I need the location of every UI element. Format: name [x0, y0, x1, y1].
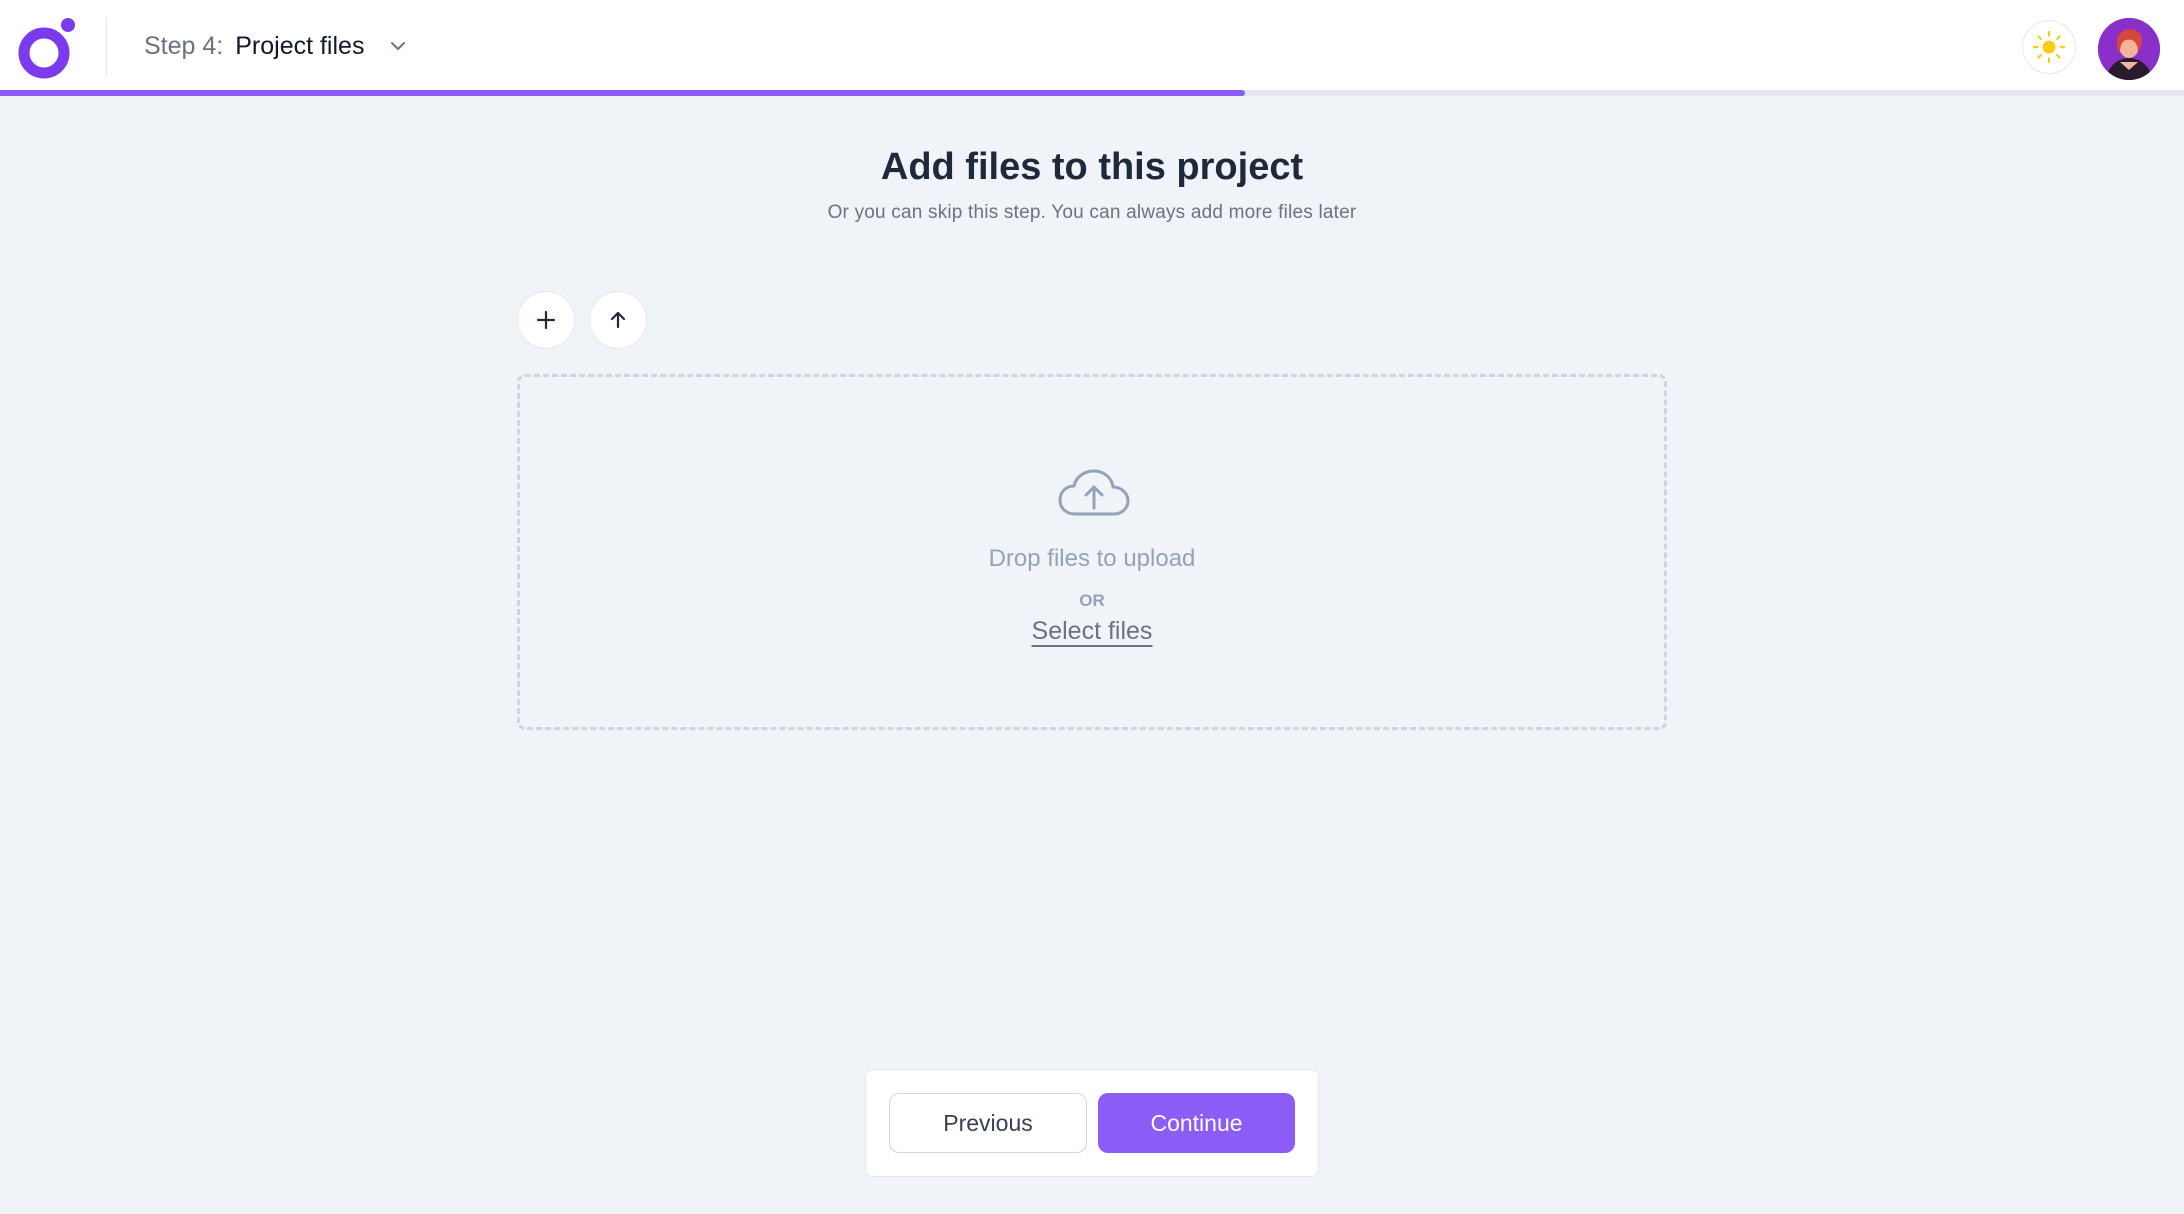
previous-button[interactable]: Previous: [889, 1093, 1087, 1153]
dropzone-or-text: OR: [1079, 591, 1105, 610]
cloud-upload-icon: [1058, 469, 1130, 516]
upload-file-button[interactable]: [589, 291, 647, 349]
theme-toggle-button[interactable]: [2022, 20, 2076, 74]
select-files-link[interactable]: Select files: [1032, 617, 1153, 645]
dropzone-text: Drop files to upload: [988, 545, 1196, 572]
file-dropzone[interactable]: Drop files to upload OR Select files: [517, 374, 1667, 730]
arrow-up-icon: [610, 311, 626, 329]
progress-bar: [0, 90, 2184, 96]
wizard-footer: Previous Continue: [865, 1069, 1319, 1177]
user-avatar[interactable]: [2098, 18, 2160, 80]
top-bar: Step 4: Project files: [0, 0, 2184, 96]
plus-icon: [536, 310, 556, 330]
header-divider: [106, 18, 107, 76]
avatar-image: [2098, 18, 2160, 80]
continue-button[interactable]: Continue: [1098, 1093, 1295, 1153]
progress-fill: [0, 90, 1245, 96]
add-file-button[interactable]: [517, 291, 575, 349]
step-prefix: Step 4:: [144, 31, 224, 60]
chevron-down-icon: [391, 42, 406, 50]
step-selector[interactable]: Step 4: Project files: [144, 26, 410, 66]
step-title: Project files: [235, 31, 365, 60]
page-subtitle: Or you can skip this step. You can alway…: [827, 202, 1357, 223]
sun-icon: [2032, 30, 2066, 64]
select-files-container: Select files: [520, 617, 1664, 646]
page-title: Add files to this project: [880, 146, 1304, 188]
logo-icon[interactable]: [18, 16, 78, 80]
